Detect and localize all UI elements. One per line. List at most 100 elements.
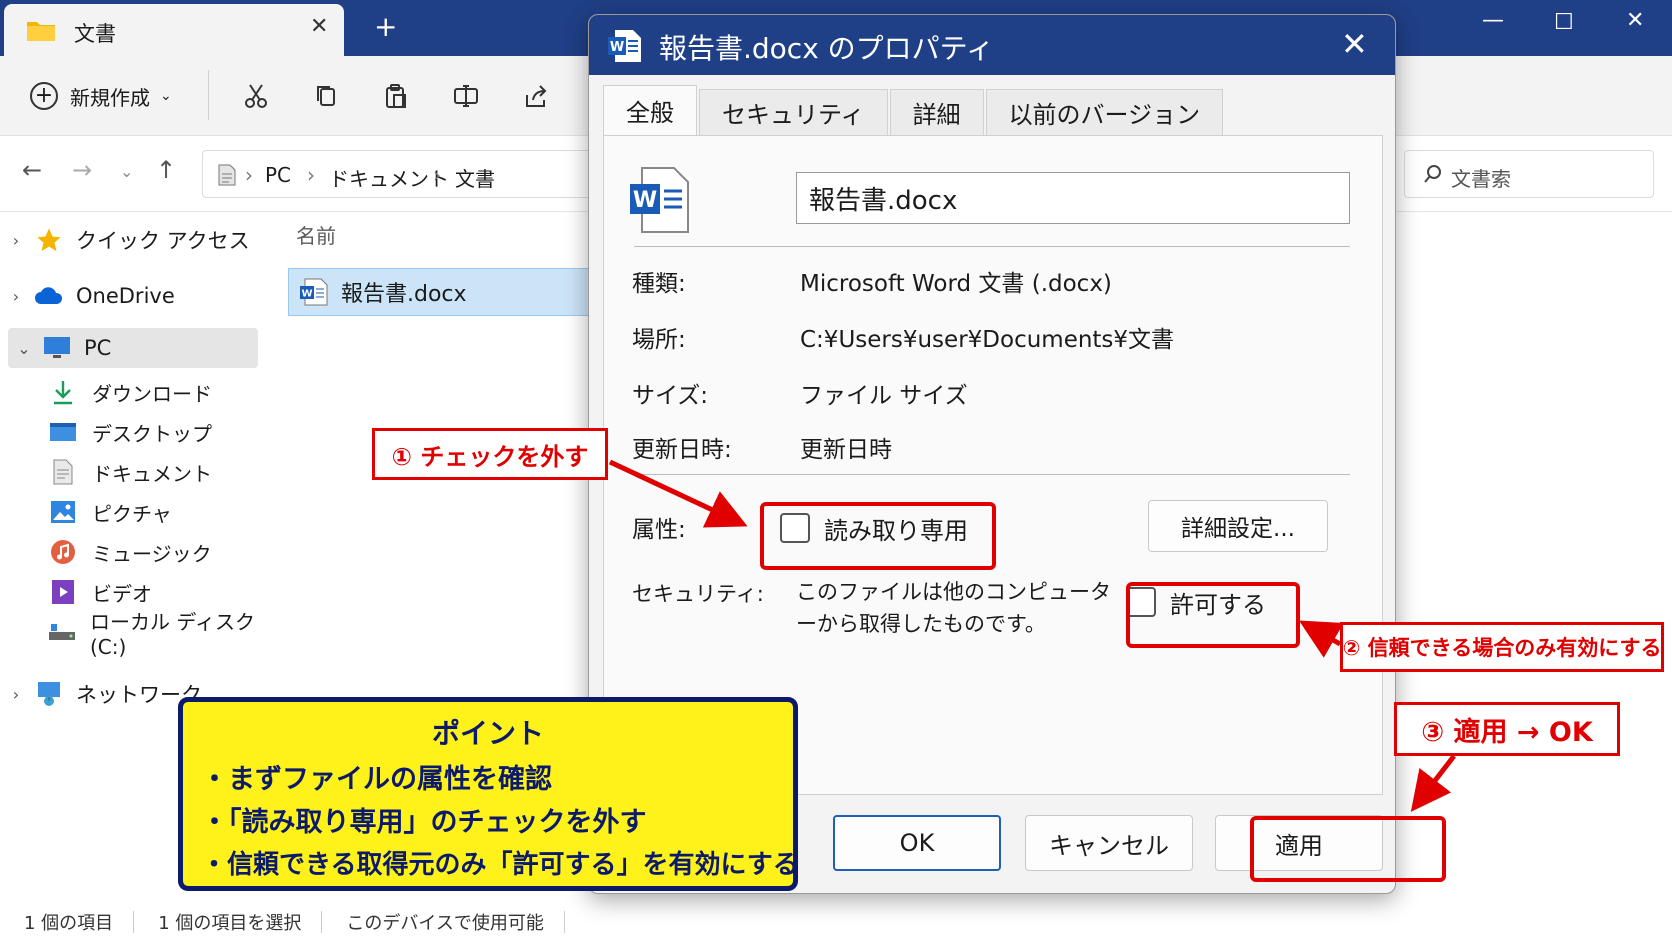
modified-value: 更新日時 (800, 437, 892, 463)
status-item-count: 1 個の項目 (24, 912, 114, 934)
sidebar-label: ローカル ディスク (C:) (90, 609, 255, 659)
monitor-icon (40, 334, 74, 362)
status-divider (563, 910, 565, 933)
desktop-icon (48, 418, 78, 446)
svg-text:W: W (633, 188, 657, 213)
point-line-1: ・まずファイルの属性を確認 (201, 764, 552, 795)
svg-text:W: W (610, 40, 624, 55)
breadcrumb-folder[interactable]: 文書 (455, 163, 495, 192)
dialog-titlebar: W 報告書.docx のプロパティ ✕ (589, 15, 1395, 75)
sidebar-label: ドキュメント (92, 461, 212, 486)
music-icon (48, 538, 78, 566)
tab-general[interactable]: 全般 (603, 85, 697, 135)
chevron-right-icon: › (12, 286, 20, 306)
highlight-allow (1126, 582, 1300, 648)
close-window-icon[interactable]: ✕ (1626, 8, 1644, 33)
sidebar-item-pictures[interactable]: ピクチャ (48, 492, 172, 532)
word-file-icon: W (300, 278, 328, 306)
up-arrow-icon[interactable]: ↑ (156, 156, 176, 184)
sidebar-label: PC (84, 336, 112, 360)
video-icon (48, 578, 78, 606)
tab-details[interactable]: 詳細 (889, 89, 984, 135)
breadcrumb-documents[interactable]: ドキュメント (329, 163, 449, 192)
chevron-down-icon: ⌄ (160, 88, 172, 104)
sidebar-item-onedrive[interactable]: › OneDrive (0, 276, 262, 316)
new-button[interactable]: + 新規作成 ⌄ (30, 78, 172, 114)
status-availability: このデバイスで使用可能 (346, 912, 544, 934)
type-label: 種類: (632, 271, 686, 297)
dialog-tabs: 全般 セキュリティ 詳細 以前のバージョン (603, 85, 1225, 135)
sidebar-label: デスクトップ (92, 421, 212, 446)
cancel-button[interactable]: キャンセル (1025, 815, 1193, 871)
filename-field[interactable]: 報告書.docx (796, 172, 1350, 224)
tab-security[interactable]: セキュリティ (699, 89, 888, 135)
sidebar-item-downloads[interactable]: ダウンロード (48, 372, 212, 412)
sidebar-item-music[interactable]: ミュージック (48, 532, 212, 572)
picture-icon (48, 498, 78, 526)
network-icon (32, 680, 66, 708)
tab-previous-versions[interactable]: 以前のバージョン (985, 89, 1224, 135)
search-box[interactable]: 文書索 (1404, 150, 1654, 198)
highlight-apply (1250, 816, 1446, 882)
maximize-icon[interactable]: ☐ (1554, 10, 1574, 35)
divider (634, 246, 1350, 247)
point-line-2: ・「読み取り専用」のチェックを外す (201, 807, 647, 838)
sidebar-label: OneDrive (76, 284, 175, 308)
star-icon (32, 226, 66, 254)
paste-icon[interactable] (378, 78, 414, 114)
ok-button[interactable]: OK (833, 815, 1001, 871)
point-title: ポイント (431, 717, 544, 750)
callout-step1: ① チェックを外す (372, 428, 608, 480)
security-text: このファイルは他のコンピューターから取得したものです。 (796, 580, 1111, 636)
recent-chevron-icon[interactable]: ⌄ (120, 162, 133, 181)
new-label: 新規作成 (70, 85, 150, 110)
sidebar-item-desktop[interactable]: デスクトップ (48, 412, 212, 452)
chevron-right-icon: › (12, 684, 20, 704)
sidebar-label: ピクチャ (92, 501, 172, 526)
sidebar-item-pc[interactable]: ⌄ PC (8, 328, 258, 368)
cut-icon[interactable] (238, 78, 274, 114)
callout-step2: ② 信頼できる場合のみ有効にする (1340, 622, 1664, 672)
minimize-icon[interactable]: — (1482, 8, 1504, 33)
svg-text:W: W (301, 289, 312, 300)
word-file-icon: W (608, 30, 641, 62)
column-header-name[interactable]: 名前 (296, 220, 336, 249)
breadcrumb-pc[interactable]: PC (265, 163, 291, 187)
status-divider (133, 910, 135, 933)
close-dialog-icon[interactable]: ✕ (1341, 25, 1368, 63)
forward-arrow-icon[interactable]: → (72, 156, 92, 184)
status-selected-count: 1 個の項目を選択 (158, 912, 302, 934)
back-arrow-icon[interactable]: ← (22, 156, 42, 184)
rename-icon[interactable] (448, 78, 484, 114)
dialog-title: 報告書.docx のプロパティ (659, 32, 994, 65)
plus-icon: + (30, 82, 58, 110)
document-icon (218, 164, 236, 186)
document-icon (48, 458, 78, 486)
point-summary-box: ポイント ・まずファイルの属性を確認 ・「読み取り専用」のチェックを外す ・信頼… (178, 697, 799, 891)
sidebar-item-documents[interactable]: ドキュメント (48, 452, 212, 492)
size-value: ファイル サイズ (800, 383, 968, 409)
sidebar-item-local-disk[interactable]: ローカル ディスク (C:) (48, 610, 262, 659)
new-tab-button[interactable]: + (374, 10, 397, 43)
sidebar-item-quick-access[interactable]: › クイック アクセス (0, 220, 262, 260)
word-file-icon: W (630, 167, 689, 233)
sidebar-label: ダウンロード (92, 381, 212, 406)
close-tab-icon[interactable]: ✕ (310, 14, 328, 39)
point-line-3: ・信頼できる取得元のみ「許可する」を有効にする (201, 850, 799, 880)
address-bar[interactable]: › PC › ドキュメント › 文書 (202, 150, 602, 198)
attributes-label: 属性: (632, 517, 686, 543)
sidebar-label: ミュージック (92, 541, 212, 566)
share-icon[interactable] (518, 78, 554, 114)
explorer-tab[interactable]: 文書 ✕ (4, 4, 344, 56)
copy-icon[interactable] (308, 78, 344, 114)
toolbar-divider (208, 70, 209, 120)
type-value: Microsoft Word 文書 (.docx) (800, 271, 1112, 297)
file-row-selected[interactable]: W 報告書.docx (288, 268, 608, 316)
highlight-readonly (760, 502, 996, 570)
general-tab-panel: W 報告書.docx 種類: Microsoft Word 文書 (.docx)… (603, 135, 1383, 795)
sidebar-label: クイック アクセス (76, 229, 250, 253)
security-label: セキュリティ: (632, 582, 764, 606)
status-divider (321, 910, 323, 933)
location-value: C:¥Users¥user¥Documents¥文書 (800, 327, 1175, 353)
advanced-button[interactable]: 詳細設定... (1148, 500, 1328, 552)
